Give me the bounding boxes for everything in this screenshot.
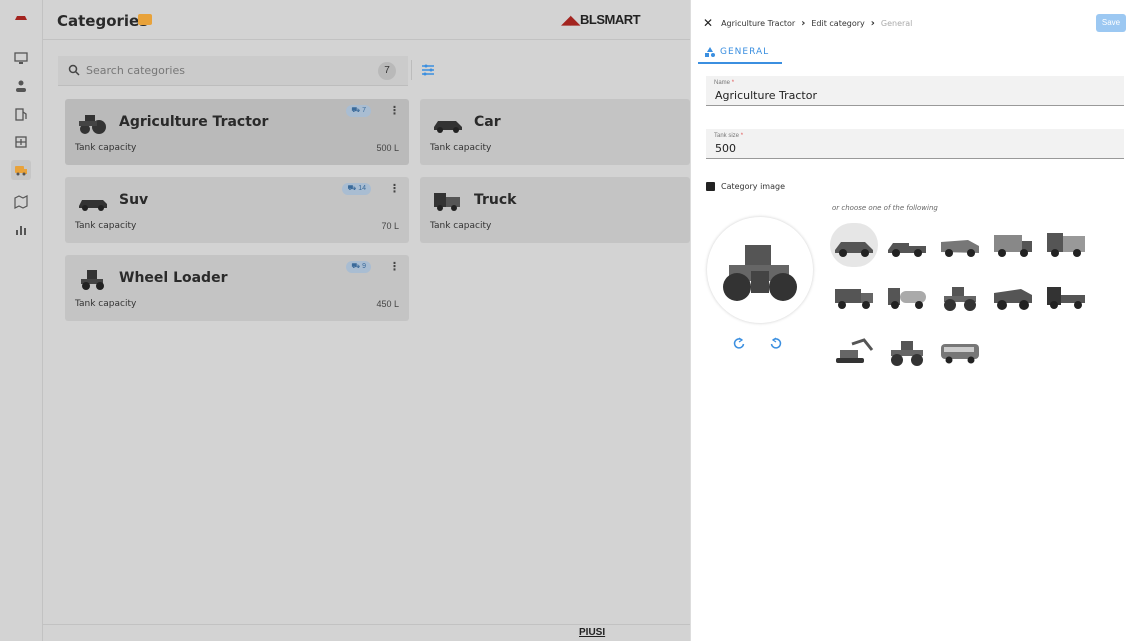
- tank-size-field[interactable]: Tank size * 500: [706, 129, 1124, 159]
- image-option-farm-tractor[interactable]: [883, 331, 931, 375]
- tank-capacity-value: 70 L: [381, 221, 399, 231]
- field-label: Name *: [714, 80, 735, 86]
- breadcrumb: ✕ Agriculture Tractor › Edit category › …: [703, 16, 912, 30]
- rotate-right-icon[interactable]: [769, 336, 783, 350]
- rotate-left-icon[interactable]: [732, 336, 746, 350]
- tab-label: GENERAL: [720, 47, 770, 57]
- tank-capacity-label: Tank capacity: [75, 299, 137, 309]
- brand-logo: ◢◣BLSMART: [561, 12, 641, 28]
- vehicle-count-chip: ⛟ 9: [346, 261, 371, 273]
- filter-icon[interactable]: [418, 60, 438, 80]
- truck-icon: [434, 193, 460, 211]
- brand-car-mark: ◢◣: [561, 12, 581, 27]
- tab-general[interactable]: GENERAL: [698, 44, 782, 64]
- category-card[interactable]: Wheel Loader ⛟ 9 ⋮ Tank capacity 450 L: [65, 255, 409, 321]
- image-option-box-truck[interactable]: [989, 223, 1037, 267]
- category-card[interactable]: Suv ⛟ 14 ⋮ Tank capacity 70 L: [65, 177, 409, 243]
- tank-capacity-value: 450 L: [376, 299, 399, 309]
- suv-icon: [79, 200, 107, 211]
- chevron-right-icon: ›: [870, 17, 875, 29]
- category-card[interactable]: Car Tank capacity: [420, 99, 690, 165]
- edit-category-panel: ✕ Agriculture Tractor › Edit category › …: [690, 0, 1131, 641]
- car-icon: [434, 121, 462, 133]
- person-icon[interactable]: [11, 76, 31, 96]
- wheel-loader-icon: [81, 270, 104, 290]
- category-name: Suv: [119, 192, 149, 208]
- image-option-car[interactable]: [830, 223, 878, 267]
- more-options-icon[interactable]: ⋮: [389, 261, 400, 273]
- image-option-lorry[interactable]: [1042, 223, 1090, 267]
- side-rail: [0, 0, 43, 641]
- dashboard-icon[interactable]: [11, 48, 31, 68]
- search-input[interactable]: Search categories: [86, 64, 185, 77]
- page-header: Categories ◢◣BLSMART: [43, 0, 690, 40]
- category-card[interactable]: Truck Tank capacity: [420, 177, 690, 243]
- image-option-semi-truck[interactable]: [1042, 276, 1090, 320]
- field-label: Tank size *: [714, 133, 744, 139]
- result-count-badge: 7: [378, 62, 396, 80]
- category-image-label: Category image: [706, 182, 785, 191]
- more-options-icon[interactable]: ⋮: [389, 105, 400, 117]
- image-option-van[interactable]: [936, 223, 984, 267]
- shapes-icon: [705, 47, 715, 57]
- image-option-mining-truck[interactable]: [989, 276, 1037, 320]
- map-icon[interactable]: [11, 192, 31, 212]
- page-title: Categories: [57, 12, 149, 30]
- save-button[interactable]: Save: [1096, 14, 1126, 32]
- category-card[interactable]: Agriculture Tractor ⛟ 7 ⋮ Tank capacity …: [65, 99, 409, 165]
- breadcrumb-item[interactable]: Edit category: [811, 19, 864, 28]
- selected-image-preview[interactable]: [707, 217, 813, 323]
- tank-icon[interactable]: [11, 132, 31, 152]
- close-icon[interactable]: ✕: [703, 16, 713, 30]
- tank-capacity-label: Tank capacity: [75, 221, 137, 231]
- image-option-bus[interactable]: [936, 331, 984, 375]
- tractor-icon: [79, 115, 106, 134]
- choose-hint: or choose one of the following: [832, 204, 938, 212]
- vehicle-count-chip: ⛟ 14: [342, 183, 371, 195]
- name-input[interactable]: Agriculture Tractor: [715, 89, 817, 102]
- image-icon: [706, 182, 715, 191]
- tank-capacity-value: 500 L: [376, 143, 399, 153]
- vehicle-badge-icon: [138, 14, 152, 25]
- tank-capacity-label: Tank capacity: [430, 143, 492, 153]
- car-logo-icon[interactable]: [11, 8, 31, 28]
- chevron-right-icon: ›: [801, 17, 806, 29]
- pump-icon[interactable]: [11, 104, 31, 124]
- image-option-excavator[interactable]: [830, 331, 878, 375]
- piusi-logo: PIUSI: [579, 627, 606, 638]
- breadcrumb-item: General: [880, 18, 913, 28]
- footer: PIUSI: [43, 624, 690, 641]
- category-name: Car: [474, 114, 501, 130]
- vehicle-count-chip: ⛟ 7: [346, 105, 371, 117]
- tank-size-input[interactable]: 500: [715, 142, 736, 155]
- brand-text: BLSMART: [580, 12, 641, 27]
- category-name: Wheel Loader: [119, 270, 228, 286]
- category-name: Agriculture Tractor: [119, 114, 269, 130]
- tractor-image: [723, 245, 797, 301]
- image-option-tanker[interactable]: [883, 276, 931, 320]
- name-field[interactable]: Name * Agriculture Tractor: [706, 76, 1124, 106]
- divider: [411, 60, 412, 80]
- image-option-pickup[interactable]: [883, 223, 931, 267]
- image-option-dump-truck[interactable]: [830, 276, 878, 320]
- search-box[interactable]: Search categories 7: [58, 56, 408, 86]
- breadcrumb-item[interactable]: Agriculture Tractor: [721, 19, 795, 28]
- search-icon: [68, 64, 80, 76]
- chart-icon[interactable]: [11, 220, 31, 240]
- category-name: Truck: [474, 192, 517, 208]
- vehicle-icon[interactable]: [11, 160, 31, 180]
- tank-capacity-label: Tank capacity: [430, 221, 492, 231]
- tank-capacity-label: Tank capacity: [75, 143, 137, 153]
- image-option-tractor[interactable]: [936, 276, 984, 320]
- more-options-icon[interactable]: ⋮: [389, 183, 400, 195]
